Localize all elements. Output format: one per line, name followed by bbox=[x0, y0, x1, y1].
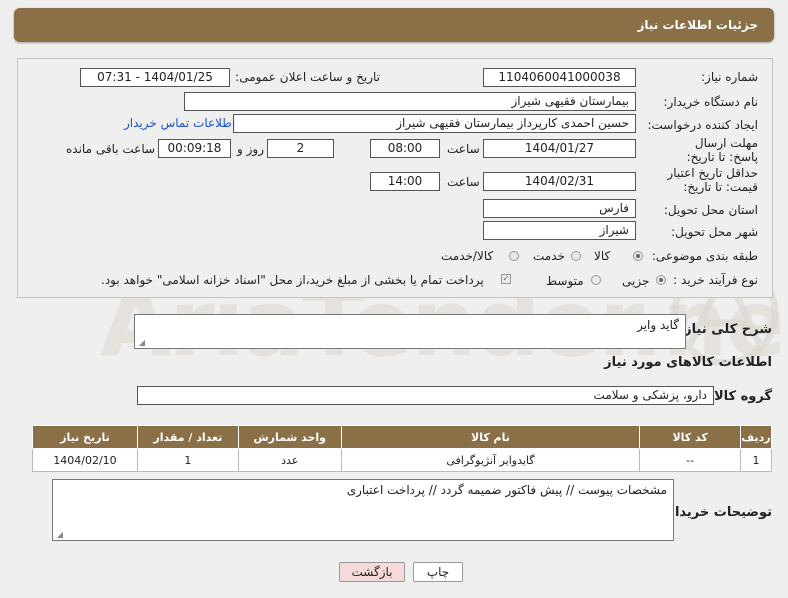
col-quantity: تعداد / مقدار bbox=[136, 425, 239, 449]
category-goods-label: کالا bbox=[594, 249, 611, 263]
remaining-time-label: ساعت باقی مانده bbox=[66, 142, 156, 156]
goods-group-label: گروه کالا: bbox=[708, 389, 772, 404]
response-time-field: 08:00 bbox=[370, 139, 440, 158]
cell-need-date: 1404/02/10 bbox=[32, 448, 138, 472]
price-validity-label: حداقل تاریخ اعتبار قیمت: تا تاریخ: bbox=[667, 166, 758, 194]
price-validity-time-field: 14:00 bbox=[370, 172, 440, 191]
cell-row-number: 1 bbox=[740, 448, 772, 472]
days-label: روز و bbox=[237, 142, 264, 156]
buyer-notes-value: مشخصات پیوست // پیش فاکتور ضمیمه گردد //… bbox=[346, 483, 667, 497]
buyer-contact-link[interactable]: اطلاعات تماس خریدار bbox=[124, 116, 235, 130]
back-button[interactable]: بازگشت bbox=[339, 562, 405, 582]
process-type-label: نوع فرآیند خرید : bbox=[673, 273, 758, 287]
buyer-notes-label: توضیحات خریدار: bbox=[662, 505, 772, 520]
creator-field: حسین احمدی کارپرداز بیمارستان فقیهی شیرا… bbox=[233, 114, 636, 133]
need-number-field: 1104060041000038 bbox=[483, 68, 636, 87]
table-header-row: ردیف کد کالا نام کالا واحد شمارش تعداد /… bbox=[32, 425, 772, 449]
days-field: 2 bbox=[267, 139, 334, 158]
category-service-radio[interactable] bbox=[571, 251, 581, 261]
process-medium-label: متوسط bbox=[546, 274, 584, 288]
remaining-time-field: 00:09:18 bbox=[158, 139, 231, 158]
category-label: طبقه بندی موضوعی: bbox=[651, 249, 758, 263]
buyer-org-field: بیمارستان فقیهی شیراز bbox=[184, 92, 636, 111]
response-date-field: 1404/01/27 bbox=[483, 139, 636, 158]
announce-datetime-label: تاریخ و ساعت اعلان عمومی: bbox=[235, 70, 380, 84]
general-description-value: گاید وایر bbox=[637, 318, 679, 332]
response-deadline-label: مهلت ارسال پاسخ: تا تاریخ: bbox=[686, 136, 758, 164]
price-validity-time-label: ساعت bbox=[447, 175, 480, 189]
cell-item-name: گایدوایر آنژیوگرافی bbox=[340, 448, 641, 472]
announce-datetime-field: 1404/01/25 - 07:31 bbox=[80, 68, 230, 87]
delivery-city-label: شهر محل تحویل: bbox=[671, 225, 758, 239]
delivery-province-label: استان محل تحویل: bbox=[663, 203, 758, 217]
col-item-code: کد کالا bbox=[639, 425, 742, 449]
buyer-notes-textarea[interactable]: مشخصات پیوست // پیش فاکتور ضمیمه گردد //… bbox=[52, 479, 674, 541]
process-medium-radio[interactable] bbox=[591, 275, 601, 285]
cell-quantity: 1 bbox=[136, 448, 239, 472]
process-partial-label: جزیی bbox=[622, 274, 650, 288]
table-row: 1 -- گایدوایر آنژیوگرافی عدد 1 1404/02/1… bbox=[32, 448, 772, 472]
category-goods-service-label: کالا/خدمت bbox=[441, 249, 494, 263]
resize-grip-icon[interactable]: ◢ bbox=[137, 339, 145, 347]
category-goods-radio[interactable] bbox=[633, 251, 643, 261]
general-description-textarea[interactable]: گاید وایر ◢ bbox=[134, 314, 686, 349]
response-time-label: ساعت bbox=[447, 142, 480, 156]
treasury-payment-note: پرداخت تمام یا بخشی از مبلغ خرید،از محل … bbox=[101, 273, 484, 287]
col-unit: واحد شمارش bbox=[237, 425, 342, 449]
goods-group-field: دارو، پزشکی و سلامت bbox=[137, 386, 714, 405]
general-description-label: شرح کلی نیاز: bbox=[678, 322, 772, 337]
category-service-label: خدمت bbox=[533, 249, 565, 263]
goods-table: ردیف کد کالا نام کالا واحد شمارش تعداد /… bbox=[32, 425, 772, 472]
col-row-number: ردیف bbox=[740, 425, 772, 449]
buyer-org-label: نام دستگاه خریدار: bbox=[663, 95, 759, 109]
goods-info-title: اطلاعات کالاهای مورد نیاز bbox=[604, 355, 772, 370]
print-button[interactable]: چاپ bbox=[413, 562, 463, 582]
process-partial-radio[interactable] bbox=[656, 275, 666, 285]
treasury-payment-checkbox[interactable]: ✓ bbox=[501, 274, 511, 284]
col-item-name: نام کالا bbox=[340, 425, 641, 449]
delivery-city-field: شیراز bbox=[483, 221, 636, 240]
page-title: جزئیات اطلاعات نیاز bbox=[637, 18, 758, 32]
creator-label: ایجاد کننده درخواست: bbox=[647, 118, 758, 132]
col-need-date: تاریخ نیاز bbox=[32, 425, 138, 449]
category-goods-service-radio[interactable] bbox=[509, 251, 519, 261]
cell-unit: عدد bbox=[237, 448, 342, 472]
delivery-province-field: فارس bbox=[483, 199, 636, 218]
page-header: جزئیات اطلاعات نیاز bbox=[14, 8, 774, 42]
need-number-label: شماره نیاز: bbox=[701, 70, 758, 84]
resize-grip-icon[interactable]: ◢ bbox=[55, 531, 63, 539]
price-validity-date-field: 1404/02/31 bbox=[483, 172, 636, 191]
cell-item-code: -- bbox=[639, 448, 742, 472]
